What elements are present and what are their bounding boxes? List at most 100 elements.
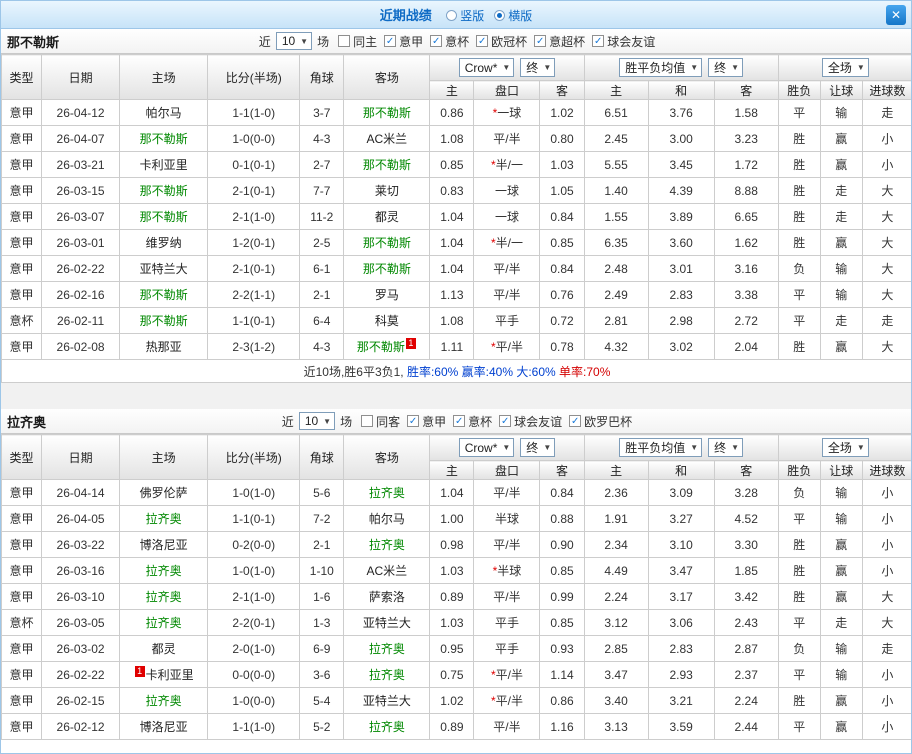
dropdown-arrow-icon: ▼ bbox=[731, 63, 740, 72]
cell-handicap-result: 赢 bbox=[819, 229, 863, 256]
cell-avg-home: 4.32 bbox=[583, 333, 649, 360]
filter-checkbox[interactable]: ✓ 意杯 bbox=[430, 33, 469, 50]
cell-away-team: 亚特兰大 bbox=[343, 687, 431, 714]
odds-company-header: Crow* ▼ 终 ▼ bbox=[429, 434, 585, 461]
cell-date: 26-03-02 bbox=[41, 635, 121, 662]
cell-avg-home: 3.40 bbox=[583, 687, 649, 714]
avg-type-select[interactable]: 胜平负均值 ▼ bbox=[619, 438, 703, 457]
odds-time-select[interactable]: 终 ▼ bbox=[520, 437, 556, 457]
sub-column-header: 和 bbox=[647, 460, 715, 480]
cell-score: 0-1(0-1) bbox=[207, 151, 301, 178]
table-row: 意甲 26-03-21 卡利亚里 0-1(0-1) 2-7 那不勒斯 0.85 *半/一 1.0… bbox=[1, 151, 911, 178]
cell-league-type: 意甲 bbox=[1, 505, 43, 532]
table-row: 意甲 26-03-02 都灵 2-0(1-0) 6-9 拉齐奥 0.95 平手 0.93 2.85… bbox=[1, 635, 911, 662]
odds-company-select[interactable]: Crow* ▼ bbox=[458, 58, 515, 78]
team-section-0: 那不勒斯近 10 ▼ 场同主 ✓ 意甲 ✓ 意杯 ✓ 欧冠杯 ✓ 意超杯 ✓ 球会友谊 类型 日期 主场 比分(半… bbox=[1, 29, 911, 383]
filter-checkbox[interactable]: ✓ 欧冠杯 bbox=[476, 33, 527, 50]
team-label: 拉齐奥 bbox=[145, 694, 182, 708]
filter-checkbox[interactable]: 同客 bbox=[361, 413, 400, 430]
filter-checkbox[interactable]: ✓ 球会友谊 bbox=[592, 33, 655, 50]
cell-avg-away: 3.16 bbox=[713, 255, 779, 282]
sub-column-header: 客 bbox=[713, 80, 779, 100]
avg-odds-header: 胜平负均值 ▼ 终 ▼ bbox=[583, 54, 779, 81]
avg-time-select[interactable]: 终 ▼ bbox=[708, 58, 744, 77]
column-header: 比分(半场) bbox=[207, 54, 301, 100]
recent-count-select[interactable]: 10 ▼ bbox=[275, 32, 313, 50]
cell-home-odds: 1.04 bbox=[429, 255, 475, 282]
cell-home-team: 拉齐奥 bbox=[119, 609, 209, 636]
summary-text: 单率:70% bbox=[555, 364, 611, 379]
team-label: 那不勒斯 bbox=[362, 106, 411, 120]
dropdown-arrow-icon: ▼ bbox=[856, 63, 865, 72]
cell-home-odds: 0.85 bbox=[429, 151, 475, 178]
team-section-1: 拉齐奥近 10 ▼ 场同客 ✓ 意甲 ✓ 意杯 ✓ 球会友谊 ✓ 欧罗巴杯 类型 日期 主场 比分(半场) 角球… bbox=[1, 409, 911, 740]
cell-home-odds: 0.83 bbox=[429, 177, 475, 204]
cell-home-team: 热那亚 bbox=[119, 333, 209, 360]
recent-count-select[interactable]: 10 ▼ bbox=[298, 412, 336, 430]
cell-home-odds: 0.86 bbox=[429, 99, 475, 126]
scope-select[interactable]: 全场 ▼ bbox=[821, 438, 869, 457]
cell-handicap-result: 输 bbox=[819, 255, 863, 282]
cell-away-team: 那不勒斯 bbox=[343, 99, 431, 126]
cell-home-team: 卡利亚里 bbox=[119, 151, 209, 178]
cell-handicap: 平手 bbox=[473, 609, 541, 636]
cell-goals-result: 大 bbox=[861, 177, 911, 204]
cell-avg-away: 2.04 bbox=[713, 333, 779, 360]
cell-avg-draw: 3.27 bbox=[647, 505, 715, 532]
dropdown-arrow-icon: ▼ bbox=[502, 443, 511, 453]
avg-type-select[interactable]: 胜平负均值 ▼ bbox=[619, 58, 703, 77]
filter-checkbox[interactable]: ✓ 球会友谊 bbox=[499, 413, 562, 430]
filter-checkbox[interactable]: ✓ 意杯 bbox=[453, 413, 492, 430]
close-button[interactable]: ✕ bbox=[886, 5, 906, 25]
cell-score: 2-1(1-0) bbox=[207, 203, 301, 230]
cell-away-team: 拉齐奥 bbox=[343, 635, 431, 662]
cell-handicap: *半/一 bbox=[473, 151, 541, 178]
cell-handicap: 半球 bbox=[473, 505, 541, 532]
cell-avg-away: 4.52 bbox=[713, 505, 779, 532]
cell-goals-result: 小 bbox=[861, 661, 911, 688]
odds-time-select[interactable]: 终 ▼ bbox=[520, 57, 556, 77]
cell-handicap-result: 赢 bbox=[819, 125, 863, 152]
cell-goals-result: 大 bbox=[861, 333, 911, 360]
filter-checkbox[interactable]: 同主 bbox=[338, 33, 377, 50]
layout-radio-1[interactable] bbox=[494, 9, 506, 21]
select-value: 终 bbox=[526, 440, 539, 455]
table-row: 意甲 26-04-07 那不勒斯 1-0(0-0) 4-3 AC米兰 1.08 平/半 0.80… bbox=[1, 125, 911, 152]
section-header-row: 那不勒斯近 10 ▼ 场同主 ✓ 意甲 ✓ 意杯 ✓ 欧冠杯 ✓ 意超杯 ✓ 球会友谊 bbox=[1, 29, 911, 54]
cell-away-team: 那不勒斯 bbox=[343, 151, 431, 178]
cell-avg-home: 2.34 bbox=[583, 531, 649, 558]
team-label: 亚特兰大 bbox=[362, 694, 411, 708]
scope-select[interactable]: 全场 ▼ bbox=[821, 58, 869, 77]
cell-date: 26-03-16 bbox=[41, 557, 121, 584]
cell-league-type: 意甲 bbox=[1, 125, 43, 152]
cell-goals-result: 小 bbox=[861, 151, 911, 178]
cell-league-type: 意甲 bbox=[1, 687, 43, 714]
cell-avg-away: 2.24 bbox=[713, 687, 779, 714]
filter-checkbox[interactable]: ✓ 意超杯 bbox=[534, 33, 585, 50]
cell-date: 26-04-05 bbox=[41, 505, 121, 532]
cell-corner: 1-6 bbox=[299, 583, 345, 610]
team-label: 那不勒斯 bbox=[362, 158, 411, 172]
sub-column-header: 进球数 bbox=[861, 460, 911, 480]
cell-handicap: 平手 bbox=[473, 307, 541, 334]
cell-league-type: 意甲 bbox=[1, 557, 43, 584]
cell-corner: 7-2 bbox=[299, 505, 345, 532]
cell-league-type: 意甲 bbox=[1, 479, 43, 506]
cell-away-team: 帕尔马 bbox=[343, 505, 431, 532]
table-row: 意甲 26-03-07 那不勒斯 2-1(1-0) 11-2 都灵 1.04 一球 0.84 1.… bbox=[1, 203, 911, 230]
cell-handicap: 平/半 bbox=[473, 281, 541, 308]
cell-score: 2-1(0-1) bbox=[207, 255, 301, 282]
cell-handicap-result: 走 bbox=[819, 609, 863, 636]
filter-checkbox[interactable]: ✓ 欧罗巴杯 bbox=[569, 413, 632, 430]
cell-league-type: 意甲 bbox=[1, 177, 43, 204]
filter-checkbox[interactable]: ✓ 意甲 bbox=[407, 413, 446, 430]
sub-column-header: 胜负 bbox=[777, 80, 821, 100]
dropdown-arrow-icon: ▼ bbox=[731, 443, 740, 452]
layout-radio-0[interactable] bbox=[446, 9, 458, 21]
cell-winlose-result: 平 bbox=[777, 281, 821, 308]
checkbox-label: 意杯 bbox=[468, 414, 493, 429]
odds-company-select[interactable]: Crow* ▼ bbox=[458, 438, 515, 458]
avg-time-select[interactable]: 终 ▼ bbox=[708, 438, 744, 457]
filter-checkbox[interactable]: ✓ 意甲 bbox=[384, 33, 423, 50]
select-value: 胜平负均值 bbox=[625, 61, 686, 75]
